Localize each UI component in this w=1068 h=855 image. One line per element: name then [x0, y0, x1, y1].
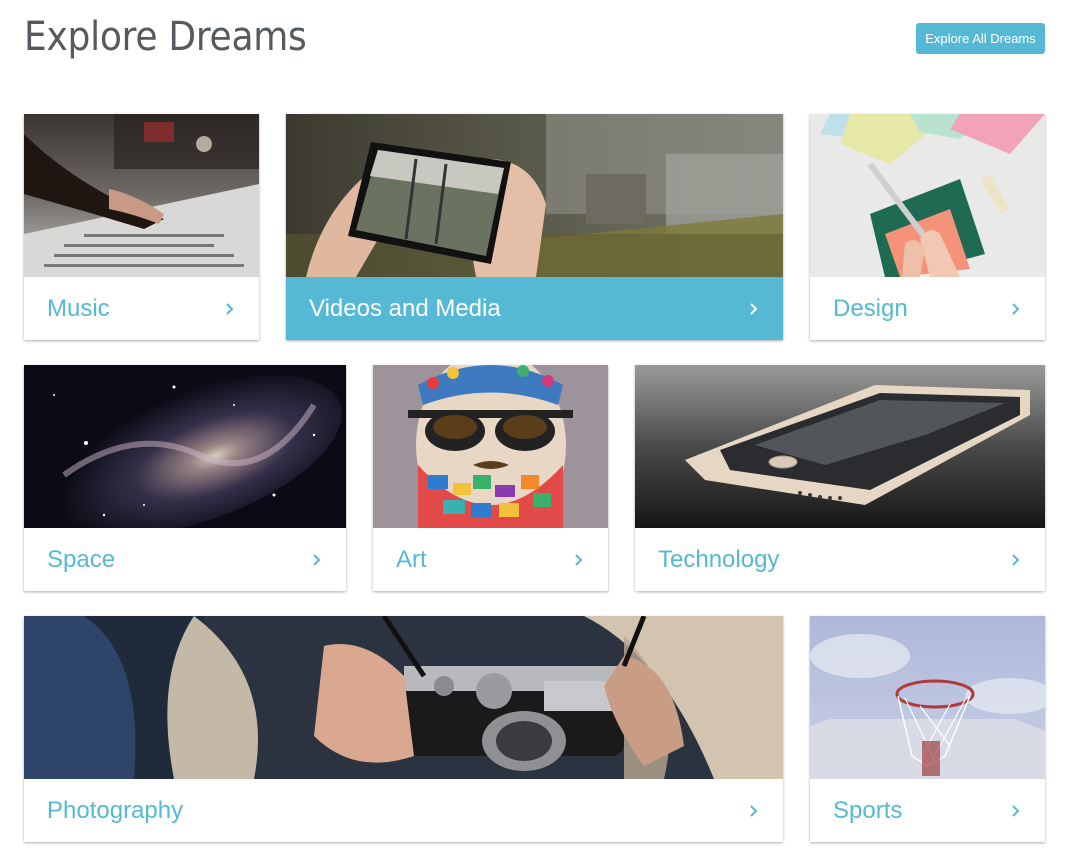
chevron-right-icon	[313, 553, 321, 566]
category-bar[interactable]: Videos and Media	[286, 277, 783, 340]
basketball-hoop-photo	[810, 616, 1045, 779]
chevron-right-icon	[1012, 804, 1020, 817]
chevron-right-icon	[1012, 302, 1020, 315]
smartphone-photo	[635, 365, 1045, 528]
category-card-sports[interactable]: Sports	[810, 616, 1045, 842]
category-label: Photography	[47, 796, 184, 824]
chevron-right-icon	[1012, 553, 1020, 566]
category-label: Music	[47, 294, 110, 322]
bearded-man-painting	[373, 365, 608, 528]
category-label: Design	[833, 294, 908, 322]
camera-hands-photo	[24, 616, 783, 779]
mixing-console-photo	[24, 114, 259, 277]
chevron-right-icon	[226, 302, 234, 315]
category-bar[interactable]: Space	[24, 528, 346, 591]
phone-video-photo	[286, 114, 783, 277]
category-card-videos-and-media[interactable]: Videos and Media	[286, 114, 783, 340]
category-label: Space	[47, 545, 116, 573]
galaxy-photo	[24, 365, 346, 528]
category-card-space[interactable]: Space	[24, 365, 346, 591]
category-bar[interactable]: Art	[373, 528, 608, 591]
chevron-right-icon	[575, 553, 583, 566]
category-card-design[interactable]: Design	[810, 114, 1045, 340]
category-card-music[interactable]: Music	[24, 114, 259, 340]
chevron-right-icon	[750, 804, 758, 817]
category-bar[interactable]: Photography	[24, 779, 783, 842]
category-bar[interactable]: Technology	[635, 528, 1045, 591]
category-bar[interactable]: Sports	[810, 779, 1045, 842]
paper-cutting-photo	[810, 114, 1045, 277]
chevron-right-icon	[750, 302, 758, 315]
category-label: Art	[396, 545, 427, 573]
category-card-photography[interactable]: Photography	[24, 616, 783, 842]
category-card-technology[interactable]: Technology	[635, 365, 1045, 591]
explore-all-dreams-button[interactable]: Explore All Dreams	[916, 23, 1045, 54]
category-bar[interactable]: Music	[24, 277, 259, 340]
category-bar[interactable]: Design	[810, 277, 1045, 340]
category-label: Sports	[833, 796, 903, 824]
category-label: Videos and Media	[309, 294, 501, 322]
page-title: Explore Dreams	[24, 14, 307, 60]
category-card-art[interactable]: Art	[373, 365, 608, 591]
category-label: Technology	[658, 545, 780, 573]
